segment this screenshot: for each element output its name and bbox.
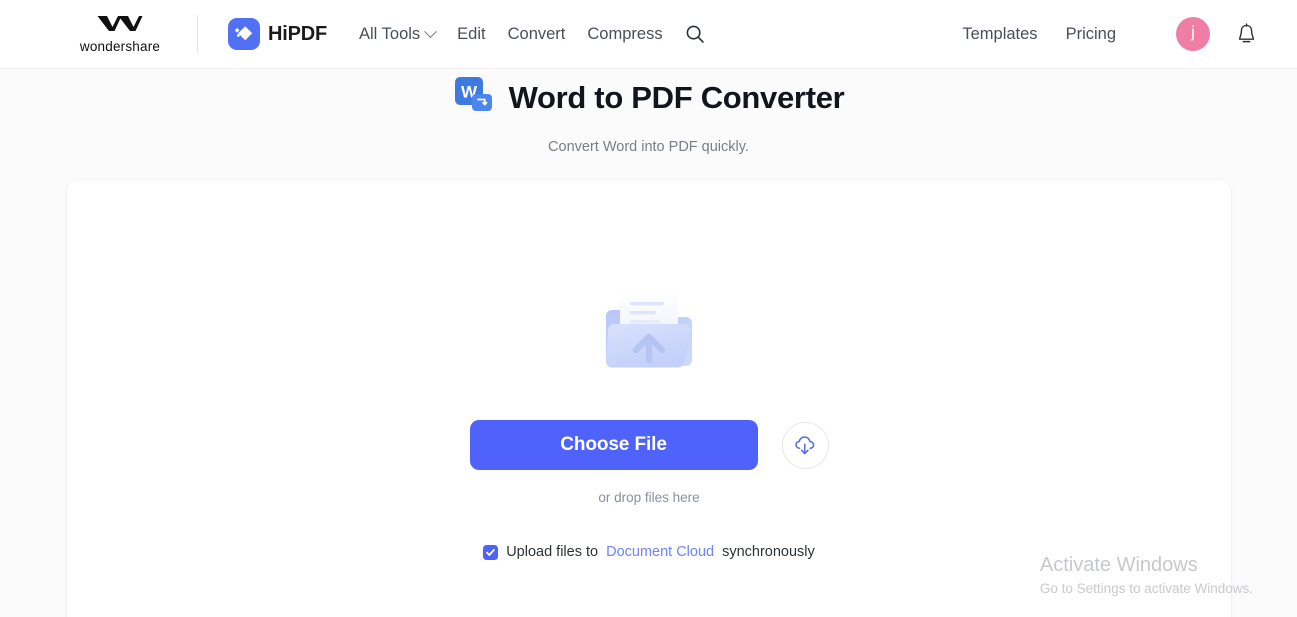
folder-upload-illustration — [596, 278, 702, 389]
notifications-button[interactable] — [1236, 23, 1257, 45]
hipdf-badge-icon — [228, 18, 260, 50]
chevron-down-icon — [424, 24, 438, 38]
sync-to-cloud-row: Upload files to Document Cloud synchrono… — [483, 544, 815, 560]
cloud-import-button[interactable] — [781, 421, 829, 469]
header-divider — [197, 15, 198, 53]
nav-item-compress-label: Compress — [587, 24, 663, 43]
nav-item-edit-label: Edit — [457, 24, 486, 43]
page-title-row: W Word to PDF Converter — [0, 74, 1297, 121]
nav-item-convert[interactable]: Convert — [497, 19, 577, 50]
nav-item-convert-label: Convert — [507, 24, 566, 43]
word-to-pdf-icon: W — [453, 74, 495, 121]
search-icon — [686, 25, 704, 43]
nav-item-all-tools-label: All Tools — [359, 24, 421, 43]
file-drop-zone[interactable]: Choose File or drop files here Upload fi… — [67, 180, 1231, 600]
avatar[interactable]: j — [1176, 17, 1210, 51]
header-right-group: Templates Pricing j — [948, 17, 1257, 51]
hipdf-wordmark: HiPDF — [268, 22, 328, 45]
page-subtitle: Convert Word into PDF quickly. — [548, 139, 749, 155]
document-cloud-link[interactable]: Document Cloud — [606, 544, 714, 560]
nav-item-all-tools[interactable]: All Tools — [348, 19, 446, 50]
nav-item-pricing-label: Pricing — [1065, 24, 1116, 43]
choose-file-button[interactable]: Choose File — [469, 420, 758, 470]
drop-files-hint: or drop files here — [598, 490, 700, 505]
sync-label-prefix: Upload files to — [506, 544, 599, 560]
hipdf-logo[interactable]: HiPDF — [228, 18, 327, 50]
upload-actions: Choose File — [469, 420, 829, 470]
wondershare-mark-icon — [97, 15, 143, 37]
wondershare-logo[interactable]: wondershare — [72, 15, 168, 54]
avatar-initial: j — [1191, 24, 1195, 41]
nav-item-edit[interactable]: Edit — [446, 19, 496, 50]
nav-item-templates[interactable]: Templates — [948, 19, 1051, 50]
nav-item-pricing[interactable]: Pricing — [1052, 19, 1130, 50]
nav-item-compress[interactable]: Compress — [576, 19, 673, 50]
top-navigation-bar: wondershare HiPDF All Tools Edit Convert… — [0, 0, 1297, 69]
uploader-card: Choose File or drop files here Upload fi… — [67, 180, 1231, 617]
nav-item-templates-label: Templates — [962, 24, 1038, 43]
search-button[interactable] — [685, 24, 705, 44]
primary-nav: All Tools Edit Convert Compress — [348, 19, 705, 50]
page-title: Word to PDF Converter — [508, 79, 845, 115]
bell-icon — [1238, 23, 1255, 43]
wondershare-wordmark: wondershare — [79, 38, 161, 54]
cloud-download-icon — [794, 435, 814, 454]
checkmark-icon — [486, 548, 496, 556]
sync-checkbox[interactable] — [483, 544, 499, 560]
page-header: W Word to PDF Converter Convert Word int… — [0, 69, 1297, 155]
sync-label-suffix: synchronously — [722, 544, 815, 560]
